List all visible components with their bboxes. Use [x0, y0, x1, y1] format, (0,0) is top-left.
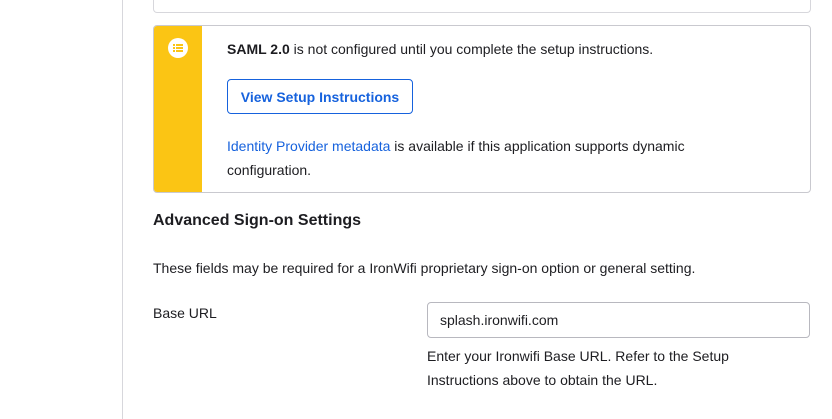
- base-url-help-text: Enter your Ironwifi Base URL. Refer to t…: [427, 348, 729, 388]
- callout-accent-stripe: [154, 26, 202, 192]
- advanced-sign-on-description: These fields may be required for a IronW…: [153, 260, 696, 276]
- view-setup-instructions-button[interactable]: View Setup Instructions: [227, 79, 413, 114]
- previous-panel: [153, 0, 811, 13]
- list-icon: [168, 38, 188, 58]
- identity-provider-metadata-link[interactable]: Identity Provider metadata: [227, 138, 390, 154]
- advanced-sign-on-title: Advanced Sign-on Settings: [153, 212, 362, 229]
- sidebar-divider: [122, 0, 123, 419]
- saml-setup-callout: SAML 2.0 is not configured until you com…: [153, 25, 811, 193]
- base-url-input[interactable]: [427, 302, 810, 338]
- metadata-note: Identity Provider metadata is available …: [227, 134, 747, 182]
- saml-status-text: SAML 2.0 is not configured until you com…: [227, 41, 653, 57]
- saml-label: SAML 2.0: [227, 41, 290, 57]
- base-url-label: Base URL: [153, 305, 217, 321]
- saml-status-message: is not configured until you complete the…: [289, 41, 654, 57]
